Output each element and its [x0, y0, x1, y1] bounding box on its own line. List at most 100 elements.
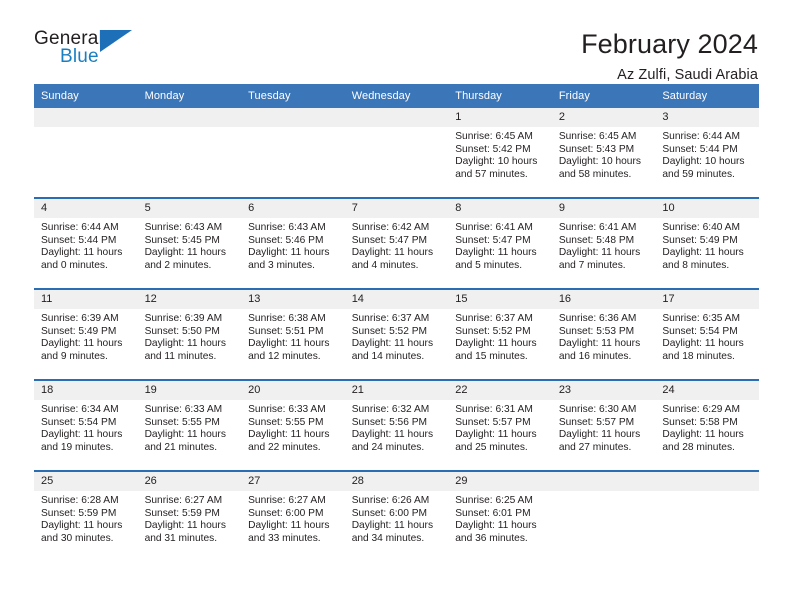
calendar-day-cell[interactable]: 3 Sunrise: 6:44 AM Sunset: 5:44 PM Daylight… [655, 108, 759, 198]
day-details: Sunrise: 6:42 AM Sunset: 5:47 PM Daylight:… [345, 218, 449, 272]
day-number: 19 [137, 381, 242, 400]
calendar-day-cell[interactable]: 5 Sunrise: 6:43 AM Sunset: 5:45 PM Daylight… [137, 197, 242, 289]
day-details: Sunrise: 6:26 AM Sunset: 6:00 PM Daylight:… [345, 491, 449, 545]
calendar-day-cell[interactable]: 20 Sunrise: 6:33 AM Sunset: 5:55 PM Dayligh… [241, 379, 345, 471]
calendar-day-cell[interactable]: 25 Sunrise: 6:28 AM Sunset: 5:59 PM Dayligh… [34, 470, 138, 561]
calendar-day-cell[interactable]: 27 Sunrise: 6:27 AM Sunset: 6:00 PM Dayligh… [241, 470, 345, 561]
sunset-time: Sunset: 5:49 PM [41, 325, 117, 337]
calendar-day-cell[interactable]: 21 Sunrise: 6:32 AM Sunset: 5:56 PM Dayligh… [344, 379, 449, 471]
day-number: 22 [448, 381, 552, 400]
sunrise-time: Sunrise: 6:29 AM [662, 404, 740, 415]
calendar-day-cell[interactable]: 8 Sunrise: 6:41 AM Sunset: 5:47 PM Daylight… [448, 197, 552, 289]
sunrise-time: Sunrise: 6:33 AM [248, 404, 326, 415]
calendar-day-cell[interactable]: 9 Sunrise: 6:41 AM Sunset: 5:48 PM Daylight… [551, 197, 656, 289]
day-details: Sunrise: 6:35 AM Sunset: 5:54 PM Daylight:… [655, 309, 759, 363]
day-details: Sunrise: 6:32 AM Sunset: 5:56 PM Daylight:… [345, 400, 449, 454]
day-number: 8 [448, 199, 552, 218]
daylight-duration-line1: Daylight: 11 hours [248, 429, 330, 441]
sunrise-time: Sunrise: 6:38 AM [248, 313, 326, 324]
day-number: 13 [241, 290, 345, 309]
day-details: Sunrise: 6:27 AM Sunset: 5:59 PM Daylight:… [138, 491, 242, 545]
daylight-duration-line2: and 11 minutes. [144, 350, 217, 362]
sunrise-time: Sunrise: 6:25 AM [455, 495, 533, 506]
day-details: Sunrise: 6:40 AM Sunset: 5:49 PM Daylight:… [655, 218, 759, 272]
calendar-day-cell[interactable]: 22 Sunrise: 6:31 AM Sunset: 5:57 PM Dayligh… [448, 379, 552, 471]
sunset-time: Sunset: 5:44 PM [41, 234, 117, 246]
calendar-day-cell[interactable]: 6 Sunrise: 6:43 AM Sunset: 5:46 PM Daylight… [241, 197, 345, 289]
daylight-duration-line1: Daylight: 11 hours [41, 247, 123, 259]
calendar-day-cell[interactable]: 10 Sunrise: 6:40 AM Sunset: 5:49 PM Dayligh… [655, 197, 759, 289]
day-details: Sunrise: 6:41 AM Sunset: 5:47 PM Daylight:… [448, 218, 552, 272]
day-number: 23 [551, 381, 656, 400]
sunrise-time: Sunrise: 6:30 AM [558, 404, 637, 415]
day-number: 9 [551, 199, 656, 218]
daylight-duration-line1: Daylight: 11 hours [248, 338, 330, 350]
daylight-duration-line1: Daylight: 11 hours [41, 429, 123, 441]
sunset-time: Sunset: 5:50 PM [144, 325, 220, 337]
sunset-time: Sunset: 5:51 PM [248, 325, 324, 337]
page-title: February 2024 [581, 29, 758, 59]
page-subtitle: Az Zulfi, Saudi Arabia [617, 67, 758, 83]
day-details: Sunrise: 6:44 AM Sunset: 5:44 PM Daylight:… [655, 127, 759, 181]
sunrise-time: Sunrise: 6:27 AM [248, 495, 326, 506]
sunrise-time: Sunrise: 6:43 AM [144, 222, 223, 233]
daylight-duration-line1: Daylight: 11 hours [455, 520, 537, 532]
daylight-duration-line1: Daylight: 11 hours [144, 247, 226, 259]
calendar-day-cell-empty [551, 470, 656, 561]
calendar-day-cell[interactable]: 13 Sunrise: 6:38 AM Sunset: 5:51 PM Dayligh… [241, 288, 345, 380]
calendar-day-cell[interactable]: 12 Sunrise: 6:39 AM Sunset: 5:50 PM Dayligh… [137, 288, 242, 380]
sunrise-time: Sunrise: 6:39 AM [41, 313, 119, 324]
day-details: Sunrise: 6:45 AM Sunset: 5:42 PM Daylight:… [448, 127, 552, 181]
daylight-duration-line2: and 7 minutes. [558, 259, 626, 271]
sunrise-time: Sunrise: 6:44 AM [41, 222, 119, 233]
calendar-day-cell[interactable]: 4 Sunrise: 6:44 AM Sunset: 5:44 PM Daylight… [34, 197, 138, 289]
calendar-day-cell[interactable]: 26 Sunrise: 6:27 AM Sunset: 5:59 PM Dayligh… [137, 470, 242, 561]
day-number [344, 108, 449, 127]
daylight-duration-line1: Daylight: 11 hours [144, 338, 226, 350]
calendar-day-cell[interactable]: 7 Sunrise: 6:42 AM Sunset: 5:47 PM Daylight… [344, 197, 449, 289]
column-header-saturday: Saturday [655, 84, 759, 108]
calendar-day-cell[interactable]: 18 Sunrise: 6:34 AM Sunset: 5:54 PM Dayligh… [34, 379, 138, 471]
daylight-duration-line1: Daylight: 11 hours [558, 429, 641, 441]
daylight-duration-line2: and 24 minutes. [351, 441, 425, 453]
sunset-time: Sunset: 6:00 PM [248, 507, 324, 519]
calendar-day-cell[interactable]: 2 Sunrise: 6:45 AM Sunset: 5:43 PM Daylight… [551, 108, 656, 198]
sunset-time: Sunset: 5:56 PM [351, 416, 428, 428]
calendar-day-cell[interactable]: 28 Sunrise: 6:26 AM Sunset: 6:00 PM Dayligh… [344, 470, 449, 561]
column-header-sunday: Sunday [34, 84, 138, 108]
sunset-time: Sunset: 5:53 PM [558, 325, 635, 337]
sunrise-time: Sunrise: 6:39 AM [144, 313, 223, 324]
sunset-time: Sunset: 5:44 PM [662, 143, 738, 155]
calendar-day-cell[interactable]: 17 Sunrise: 6:35 AM Sunset: 5:54 PM Dayligh… [655, 288, 759, 380]
calendar-day-cell[interactable]: 14 Sunrise: 6:37 AM Sunset: 5:52 PM Dayligh… [344, 288, 449, 380]
calendar-day-cell[interactable]: 29 Sunrise: 6:25 AM Sunset: 6:01 PM Dayligh… [448, 470, 552, 561]
daylight-duration-line2: and 36 minutes. [455, 532, 528, 544]
daylight-duration-line1: Daylight: 11 hours [351, 520, 434, 532]
calendar-day-cell[interactable]: 11 Sunrise: 6:39 AM Sunset: 5:49 PM Dayligh… [34, 288, 138, 380]
calendar-day-cell[interactable]: 15 Sunrise: 6:37 AM Sunset: 5:52 PM Dayligh… [448, 288, 552, 380]
sunset-time: Sunset: 5:52 PM [455, 325, 531, 337]
sunrise-time: Sunrise: 6:37 AM [455, 313, 533, 324]
day-details: Sunrise: 6:43 AM Sunset: 5:46 PM Daylight:… [241, 218, 345, 272]
sunrise-time: Sunrise: 6:42 AM [351, 222, 430, 233]
day-details: Sunrise: 6:41 AM Sunset: 5:48 PM Daylight:… [552, 218, 656, 272]
calendar-page: General Blue February 2024 Az Zulfi, Sau… [0, 0, 792, 612]
calendar-day-cell[interactable]: 23 Sunrise: 6:30 AM Sunset: 5:57 PM Dayligh… [551, 379, 656, 471]
day-details: Sunrise: 6:36 AM Sunset: 5:53 PM Daylight:… [552, 309, 656, 363]
sunrise-time: Sunrise: 6:41 AM [558, 222, 637, 233]
blue-triangle-icon [100, 30, 132, 52]
sunset-time: Sunset: 5:52 PM [351, 325, 428, 337]
sunrise-time: Sunrise: 6:41 AM [455, 222, 533, 233]
general-blue-logo[interactable]: General Blue [34, 28, 154, 76]
day-details: Sunrise: 6:29 AM Sunset: 5:58 PM Daylight:… [655, 400, 759, 454]
daylight-duration-line2: and 57 minutes. [455, 168, 528, 180]
calendar-day-cell[interactable]: 16 Sunrise: 6:36 AM Sunset: 5:53 PM Dayligh… [551, 288, 656, 380]
calendar-day-cell[interactable]: 1 Sunrise: 6:45 AM Sunset: 5:42 PM Daylight… [448, 108, 552, 198]
day-number: 4 [34, 199, 138, 218]
day-details: Sunrise: 6:28 AM Sunset: 5:59 PM Daylight:… [34, 491, 138, 545]
calendar-day-cell[interactable]: 24 Sunrise: 6:29 AM Sunset: 5:58 PM Dayligh… [655, 379, 759, 471]
calendar-day-cell[interactable]: 19 Sunrise: 6:33 AM Sunset: 5:55 PM Dayligh… [137, 379, 242, 471]
sunset-time: Sunset: 5:55 PM [248, 416, 324, 428]
day-number: 10 [655, 199, 759, 218]
sunset-time: Sunset: 5:54 PM [41, 416, 117, 428]
